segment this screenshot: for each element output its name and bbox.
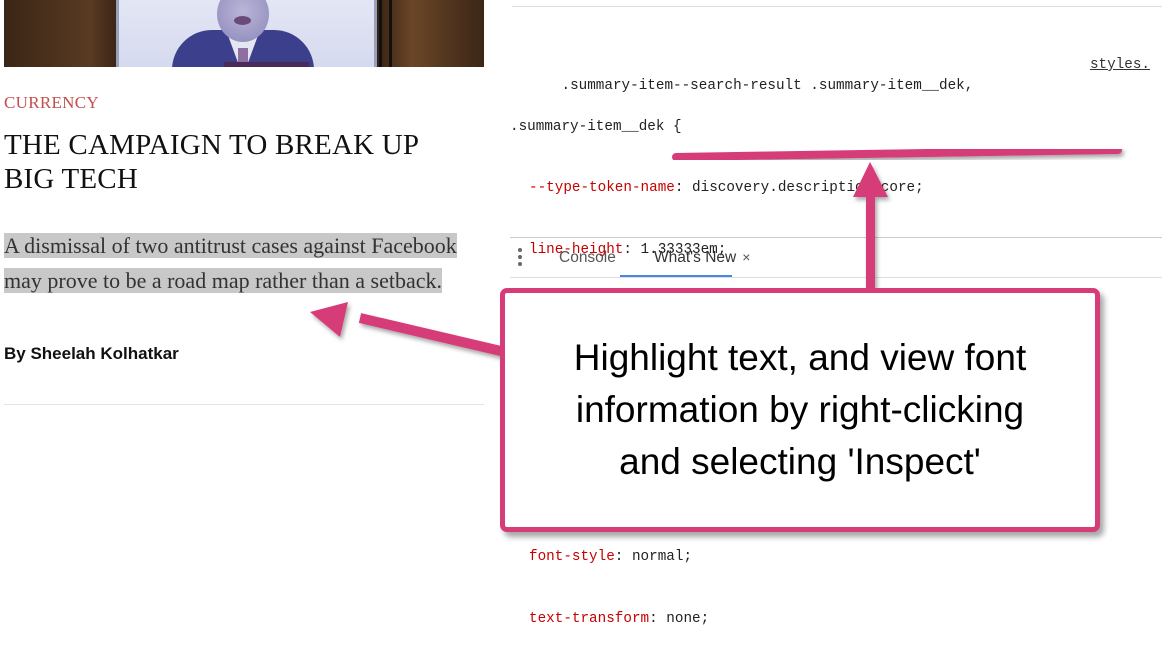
rubric-link[interactable]: CURRENCY (4, 93, 99, 113)
tab-whats-new[interactable]: What's New × (654, 249, 750, 267)
tab-console[interactable]: Console (559, 249, 616, 267)
close-icon[interactable]: × (742, 249, 750, 265)
css-selector: .summary-item--search-result .summary-it… (561, 77, 974, 94)
article-dek: A dismissal of two antitrust cases again… (4, 228, 474, 298)
article-card: CURRENCY THE CAMPAIGN TO BREAK UP BIG TE… (0, 0, 490, 574)
hero-image[interactable] (4, 0, 484, 67)
devtools-drawer-tabbar: Console What's New × (510, 242, 1162, 278)
highlighted-dek-text[interactable]: A dismissal of two antitrust cases again… (4, 233, 457, 293)
callout-text: Highlight text, and view font informatio… (573, 337, 1027, 482)
css-declaration[interactable]: font-style: normal; (510, 547, 1162, 568)
css-declaration[interactable]: text-transform: none; (510, 609, 1162, 630)
divider (4, 404, 484, 405)
kebab-menu-icon[interactable] (517, 248, 523, 268)
article-headline[interactable]: THE CAMPAIGN TO BREAK UP BIG TECH (4, 128, 474, 196)
css-declaration[interactable]: --type-token-name: discovery.description… (510, 178, 1162, 199)
stylesheet-link[interactable]: styles. (1090, 55, 1150, 76)
byline[interactable]: By Sheelah Kolhatkar (4, 344, 179, 364)
css-selector: .summary-item__dek { (510, 118, 682, 135)
callout-box: Highlight text, and view font informatio… (500, 288, 1100, 532)
